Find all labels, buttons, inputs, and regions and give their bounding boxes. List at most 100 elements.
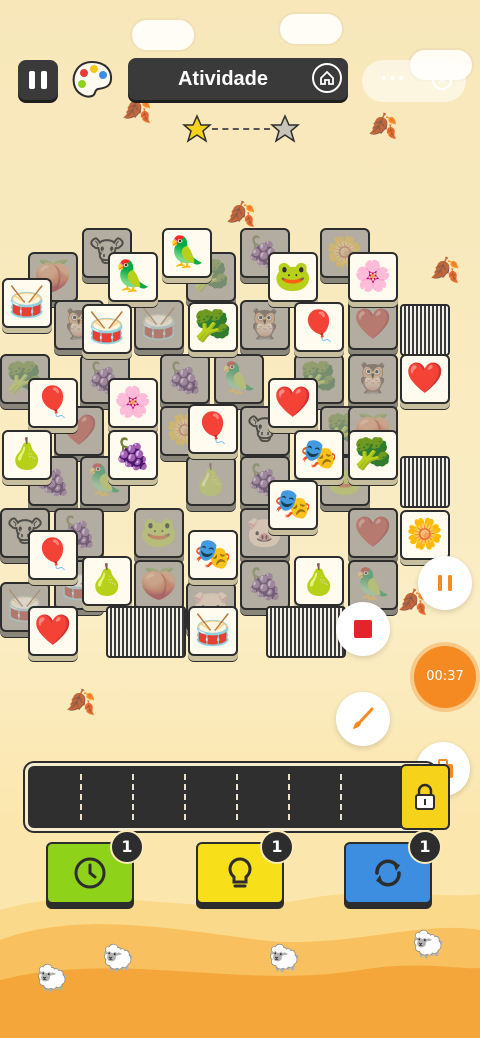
balloons-icon: 🎈 — [300, 309, 338, 344]
pause-icon — [438, 575, 452, 591]
sheep-icon: 🐑 — [36, 964, 69, 994]
stop-icon — [354, 620, 372, 638]
tile-bush[interactable]: 🥦 — [348, 430, 398, 480]
flower-icon: 🌸 — [354, 259, 392, 294]
tile-stack — [400, 304, 450, 356]
tile-mask[interactable]: 🎭 — [188, 530, 238, 580]
tile-pear[interactable]: 🍐 — [2, 430, 52, 480]
lightbulb-icon — [228, 857, 252, 888]
progress-connector — [212, 128, 270, 130]
tile-drum[interactable]: 🥁 — [188, 606, 238, 656]
brush-icon — [353, 707, 374, 729]
hint-count-badge: 1 — [260, 830, 294, 864]
balloons-icon: 🎈 — [194, 411, 232, 446]
sheep-icon: 🐑 — [412, 930, 445, 960]
heart-icon: ❤️ — [274, 385, 312, 420]
slot-divider — [132, 774, 134, 820]
pause-button[interactable] — [18, 60, 58, 100]
lock-icon — [415, 783, 435, 810]
stop-recording-button[interactable] — [336, 602, 390, 656]
tile-heart[interactable]: ❤️ — [28, 606, 78, 656]
undo-powerup-button[interactable]: 1 — [46, 830, 144, 904]
mask-icon: 🎭 — [274, 487, 312, 522]
sheep-icon: 🐑 — [102, 944, 135, 974]
star-empty-icon — [270, 114, 300, 143]
tile-owl: 🦉 — [240, 300, 290, 350]
tile-stack — [400, 456, 450, 508]
tile-balloons[interactable]: 🎈 — [28, 378, 78, 428]
bush-icon: 🥦 — [194, 309, 232, 344]
leaf-decoration: 🍂 — [122, 96, 152, 124]
tile-pear[interactable]: 🍐 — [294, 556, 344, 606]
system-capsule: ··· ✕ — [362, 60, 466, 102]
slot-divider — [80, 774, 82, 820]
tile-grapes[interactable]: 🍇 — [108, 430, 158, 480]
tile-parrot[interactable]: 🦜 — [162, 228, 212, 278]
tile-frog[interactable]: 🐸 — [268, 252, 318, 302]
slot-tray — [28, 766, 432, 828]
home-icon — [320, 70, 334, 85]
slot-divider — [236, 774, 238, 820]
tile-mask[interactable]: 🎭 — [268, 480, 318, 530]
leaf-decoration: 🍂 — [430, 256, 460, 284]
tile-mask[interactable]: 🎭 — [294, 430, 344, 480]
balloons-icon: 🎈 — [34, 537, 72, 572]
tile-pear[interactable]: 🍐 — [82, 556, 132, 606]
frog-icon: 🐸 — [274, 259, 312, 294]
bush-icon: 🥦 — [354, 437, 392, 472]
tile-blueflower[interactable]: 🌼 — [400, 510, 450, 560]
close-button[interactable]: ✕ — [432, 70, 452, 90]
owl-icon: 🦉 — [246, 307, 284, 342]
parrot-icon: 🦜 — [220, 361, 258, 396]
pause-icon-bar — [41, 71, 47, 89]
pause-recording-button[interactable] — [418, 556, 472, 610]
tile-bush[interactable]: 🥦 — [188, 302, 238, 352]
tile-drum[interactable]: 🥁 — [82, 304, 132, 354]
brush-button[interactable] — [336, 692, 390, 746]
parrot-icon: 🦜 — [114, 259, 152, 294]
shuffle-icon — [375, 859, 401, 887]
tile-parrot[interactable]: 🦜 — [108, 252, 158, 302]
more-menu-button[interactable]: ··· — [380, 66, 406, 90]
grapes-icon: 🍇 — [166, 361, 204, 396]
heart-icon: ❤️ — [354, 515, 392, 550]
heart-icon: ❤️ — [34, 613, 72, 648]
cloud — [278, 12, 344, 46]
pear-icon: 🍐 — [88, 563, 126, 598]
tile-flower[interactable]: 🌸 — [348, 252, 398, 302]
blueflower-icon: 🌼 — [406, 517, 444, 552]
palette-icon[interactable] — [70, 58, 114, 102]
tile-stack — [266, 606, 346, 658]
star-earned-icon — [182, 114, 212, 143]
tile-balloons[interactable]: 🎈 — [28, 530, 78, 580]
recording-timer: 00:37 — [414, 646, 476, 708]
tile-balloons[interactable]: 🎈 — [188, 404, 238, 454]
hint-powerup-button[interactable]: 1 — [196, 830, 294, 904]
parrot-icon: 🦜 — [354, 567, 392, 602]
balloons-icon: 🎈 — [34, 385, 72, 420]
undo-count-badge: 1 — [110, 830, 144, 864]
heart-icon: ❤️ — [406, 361, 444, 396]
tile-heart: ❤️ — [348, 300, 398, 350]
title-bar: Atividade — [128, 58, 348, 100]
tile-balloons[interactable]: 🎈 — [294, 302, 344, 352]
tile-parrot: 🦜 — [214, 354, 264, 404]
home-button[interactable] — [312, 63, 342, 93]
grapes-icon: 🍇 — [246, 567, 284, 602]
sheep-icon: 🐑 — [268, 944, 301, 974]
tile-heart[interactable]: ❤️ — [400, 354, 450, 404]
pear-icon: 🍐 — [300, 563, 338, 598]
owl-icon: 🦉 — [354, 361, 392, 396]
tile-pear: 🍐 — [186, 456, 236, 506]
shuffle-powerup-button[interactable]: 1 — [344, 830, 442, 904]
tile-heart[interactable]: ❤️ — [268, 378, 318, 428]
grapes-icon: 🍇 — [114, 437, 152, 472]
page-title: Atividade — [177, 68, 269, 90]
tile-drum[interactable]: 🥁 — [2, 278, 52, 328]
locked-slot[interactable] — [400, 764, 450, 830]
tile-flower[interactable]: 🌸 — [108, 378, 158, 428]
drum-icon: 🥁 — [88, 311, 126, 346]
leaf-decoration: 🍂 — [66, 688, 96, 716]
tile-frog: 🐸 — [134, 508, 184, 558]
tile-peach: 🍑 — [134, 560, 184, 610]
